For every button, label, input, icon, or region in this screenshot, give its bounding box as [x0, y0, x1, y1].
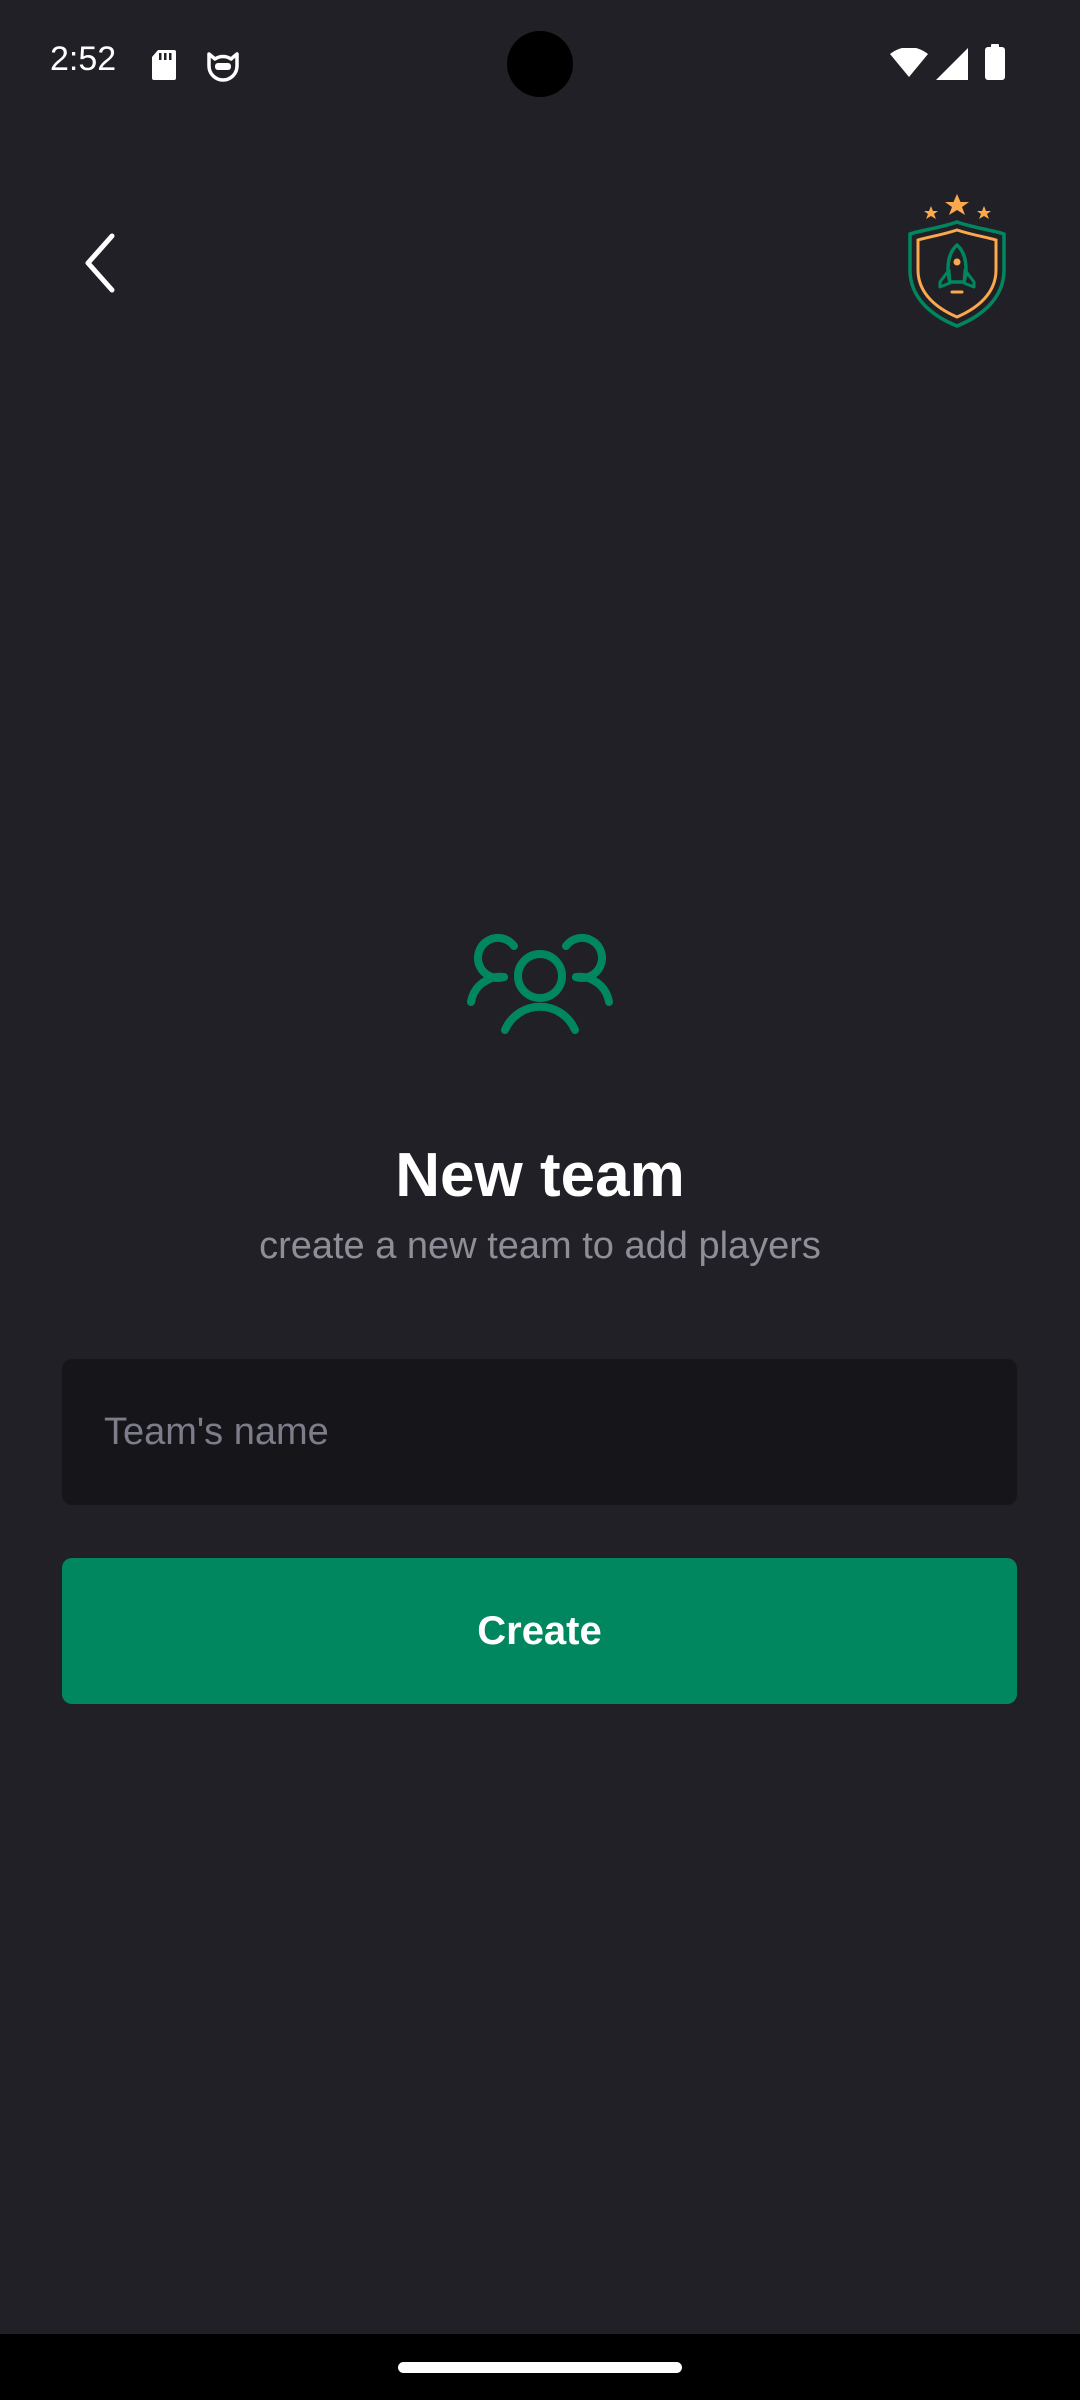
- wifi-icon: [890, 48, 928, 77]
- status-bar: 2:52: [0, 0, 1080, 130]
- back-button[interactable]: [60, 215, 140, 310]
- star-icon: [977, 206, 991, 219]
- team-name-input[interactable]: [62, 1359, 1017, 1505]
- status-time: 2:52: [50, 40, 117, 78]
- signal-icon: [936, 48, 968, 80]
- camera-cutout: [507, 31, 573, 97]
- battery-icon: [985, 44, 1005, 80]
- create-button[interactable]: Create: [62, 1558, 1017, 1704]
- users-group-icon: [467, 933, 613, 1034]
- page-subtitle: create a new team to add players: [259, 1225, 821, 1267]
- star-icon: [945, 194, 969, 215]
- page-title: New team: [395, 1141, 685, 1210]
- shield-rocket-logo: [908, 194, 1006, 328]
- cat-icon: [207, 52, 239, 82]
- chevron-left-icon: [85, 233, 115, 292]
- sd-card-icon: [152, 50, 176, 80]
- home-indicator[interactable]: [398, 2362, 682, 2373]
- new-team-screen: 2:52 New team create a new team to add p…: [0, 0, 1080, 2400]
- star-icon: [924, 206, 938, 219]
